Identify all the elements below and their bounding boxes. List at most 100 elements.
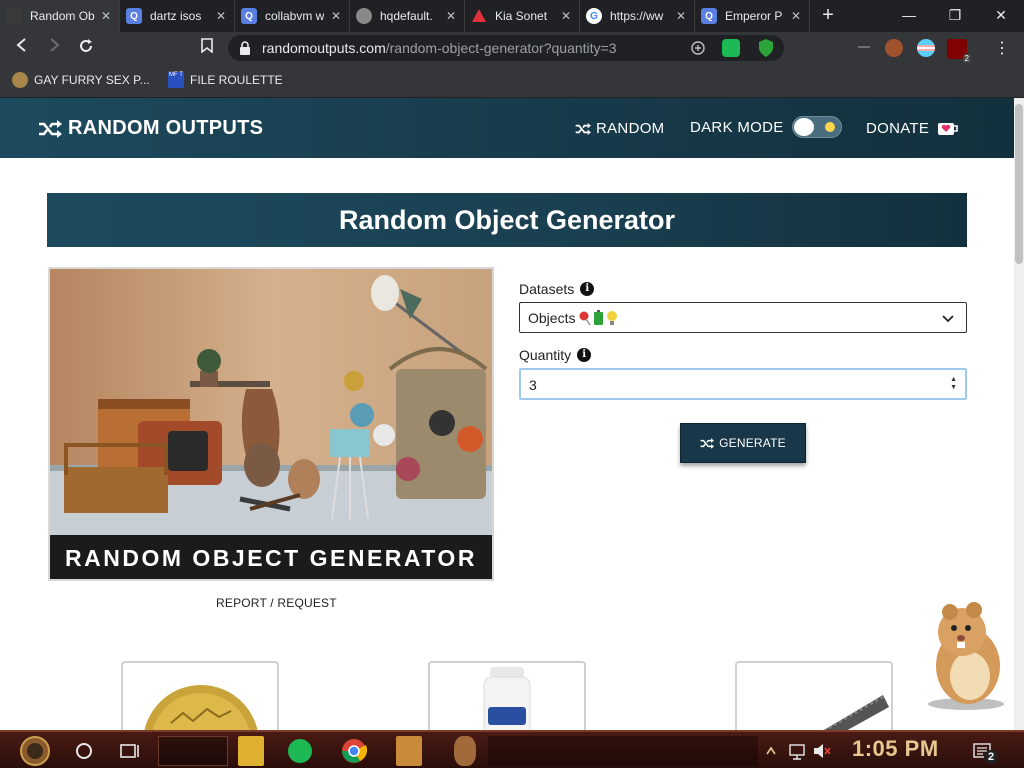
- notification-count-badge: 2: [984, 750, 998, 764]
- info-icon[interactable]: i: [577, 348, 592, 362]
- quantity-input[interactable]: 3 ▲ ▼: [519, 368, 967, 400]
- datasets-selected-value: Objects: [528, 310, 624, 326]
- brand-logo[interactable]: RANDOM OUTPUTS: [38, 117, 263, 140]
- address-bar[interactable]: randomoutputs.com/random-object-generato…: [228, 35, 784, 61]
- brand-name: RANDOM OUTPUTS: [68, 117, 264, 139]
- chevron-down-icon: [942, 315, 954, 323]
- nav-donate-label: DONATE: [866, 120, 930, 137]
- minimize-icon[interactable]: —: [886, 0, 932, 32]
- menu-icon[interactable]: ⋮: [994, 38, 1010, 58]
- report-request-link[interactable]: REPORT / REQUEST: [216, 596, 337, 610]
- close-window-icon[interactable]: ✕: [978, 0, 1024, 32]
- datasets-select[interactable]: Objects: [519, 302, 967, 333]
- hero-image: RANDOM OBJECT GENERATOR: [48, 267, 494, 581]
- tab-hqdefault[interactable]: hqdefault. ✕: [350, 0, 465, 32]
- browser-tab-strip: Random Ob ✕ Q dartz isos ✕ Q collabvm w …: [0, 0, 1024, 32]
- bookmark-label: FILE ROULETTE: [190, 73, 283, 87]
- tab-title: Emperor P: [725, 9, 783, 23]
- shuffle-icon: [39, 119, 62, 138]
- restore-icon[interactable]: ❐: [932, 0, 978, 32]
- task-view-icon[interactable]: [118, 736, 142, 766]
- tab-emperor[interactable]: Q Emperor P ✕: [695, 0, 810, 32]
- start-button-icon[interactable]: [10, 736, 60, 766]
- close-tab-icon[interactable]: ✕: [444, 9, 458, 23]
- objects-still-life-illustration: [50, 269, 492, 535]
- bookmark-item[interactable]: MF T FILE ROULETTE: [168, 72, 283, 88]
- add-page-icon[interactable]: [690, 40, 706, 56]
- shield-extension-icon[interactable]: [758, 38, 774, 58]
- tab-collabvm[interactable]: Q collabvm w ✕: [235, 0, 350, 32]
- notification-center-icon[interactable]: 2: [972, 736, 998, 766]
- nav-random-label: RANDOM: [596, 120, 665, 137]
- random-outputs-favicon-icon: [6, 8, 22, 24]
- reload-icon[interactable]: [75, 38, 97, 58]
- bookmark-item[interactable]: GAY FURRY SEX P...: [12, 72, 150, 88]
- generate-button[interactable]: GENERATE: [680, 423, 806, 463]
- hamster-app-icon[interactable]: [454, 736, 476, 766]
- ublock-extension-icon[interactable]: 2: [947, 39, 971, 63]
- taskbar-clock[interactable]: 1:05 PM: [852, 736, 939, 762]
- tab-title: hqdefault.: [380, 9, 433, 23]
- generate-label: GENERATE: [719, 436, 786, 450]
- lock-icon: [240, 41, 250, 55]
- shuffle-icon: [700, 437, 715, 449]
- objects-emoji-icons: [579, 310, 618, 326]
- spotify-icon[interactable]: [288, 739, 312, 763]
- game-app-icon[interactable]: [396, 736, 422, 766]
- quantity-stepper[interactable]: ▲ ▼: [950, 376, 957, 392]
- site-header: RANDOM OUTPUTS RANDOM DARK MODE DONATE: [0, 98, 1014, 158]
- result-card[interactable]: [735, 661, 893, 741]
- hamster-desktop-pet[interactable]: [924, 600, 1008, 710]
- new-tab-button[interactable]: +: [814, 2, 842, 30]
- nav-random-link[interactable]: RANDOM: [575, 120, 664, 137]
- bookmark-icon[interactable]: [196, 38, 218, 58]
- tab-google[interactable]: G https://ww ✕: [580, 0, 695, 32]
- flag-extension-icon[interactable]: [917, 39, 935, 57]
- bookmarks-bar: GAY FURRY SEX P... MF T FILE ROULETTE: [0, 64, 1024, 98]
- network-icon[interactable]: [788, 736, 806, 766]
- info-icon[interactable]: i: [580, 282, 595, 296]
- datasets-value-text: Objects: [528, 310, 576, 326]
- profile-avatar[interactable]: [885, 39, 903, 57]
- spotify-extension-icon[interactable]: [722, 39, 740, 57]
- windows-taskbar: 1:05 PM 2: [0, 730, 1024, 768]
- close-tab-icon[interactable]: ✕: [789, 9, 803, 23]
- close-tab-icon[interactable]: ✕: [214, 9, 228, 23]
- file-explorer-icon[interactable]: [238, 736, 264, 766]
- mft-favicon-icon: MF T: [168, 72, 184, 88]
- kia-favicon-icon: [471, 8, 487, 24]
- tab-dartz-isos[interactable]: Q dartz isos ✕: [120, 0, 235, 32]
- volume-muted-icon[interactable]: [812, 736, 832, 766]
- cortana-search-icon[interactable]: [72, 736, 96, 766]
- result-card[interactable]: [121, 661, 279, 741]
- chrome-icon[interactable]: [340, 736, 368, 766]
- tab-title: https://ww: [610, 9, 664, 23]
- tab-random-outputs[interactable]: Random Ob ✕: [0, 0, 120, 32]
- datasets-label: Datasets i: [519, 281, 595, 297]
- close-tab-icon[interactable]: ✕: [329, 9, 343, 23]
- tab-title: Kia Sonet: [495, 9, 548, 23]
- close-tab-icon[interactable]: ✕: [559, 9, 573, 23]
- result-card[interactable]: [428, 661, 586, 741]
- dark-mode-toggle[interactable]: [792, 116, 842, 138]
- scrollbar-thumb[interactable]: [1015, 104, 1023, 264]
- nav-donate-link[interactable]: DONATE: [866, 120, 959, 137]
- close-tab-icon[interactable]: ✕: [674, 9, 688, 23]
- extension-badge: 2: [962, 54, 971, 63]
- forward-arrow-icon[interactable]: [43, 38, 65, 58]
- toggle-knob: [794, 118, 814, 136]
- extension-divider: [858, 46, 870, 48]
- q-favicon-icon: Q: [701, 8, 717, 24]
- tab-title: dartz isos: [150, 9, 202, 23]
- back-arrow-icon[interactable]: [11, 38, 33, 58]
- tab-kia-sonet[interactable]: Kia Sonet ✕: [465, 0, 580, 32]
- quantity-label-text: Quantity: [519, 347, 572, 363]
- q-favicon-icon: Q: [241, 8, 257, 24]
- close-tab-icon[interactable]: ✕: [99, 9, 113, 23]
- tab-title: collabvm w: [265, 9, 325, 23]
- page-title-banner: Random Object Generator: [47, 193, 967, 247]
- bookmark-favicon-icon: [12, 72, 28, 88]
- taskbar-panel: [158, 736, 228, 766]
- show-hidden-icons-icon[interactable]: [764, 736, 778, 766]
- quantity-value: 3: [529, 377, 537, 393]
